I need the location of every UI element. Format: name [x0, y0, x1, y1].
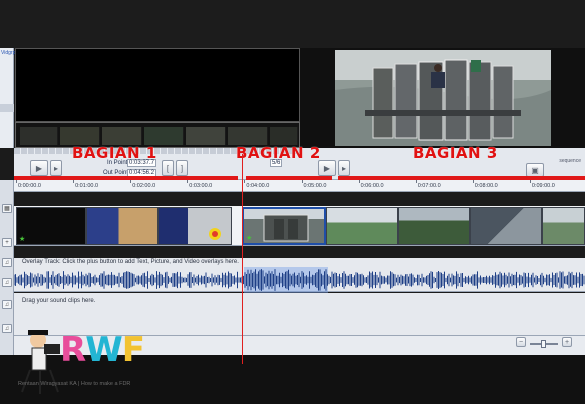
track-audio-mute[interactable]: ♫ [2, 278, 12, 287]
timeline-tick-label: 0:09:00.0 [531, 183, 555, 189]
timeline-tick-label: 0:04:00.0 [246, 183, 270, 189]
overlay-track-hint: Overlay Track: Click the plus button to … [22, 259, 239, 265]
zoom-out-icon: − [518, 338, 524, 346]
chevron-right-icon: ▸ [341, 163, 346, 173]
video-clip-farmer-1[interactable] [86, 207, 158, 245]
video-clip-road[interactable] [470, 207, 542, 245]
camera-icon: ▣ [531, 165, 539, 175]
rice-planter-image [335, 50, 551, 146]
timeline-ruler[interactable] [14, 180, 585, 192]
timeline-tick-label: 0:07:00.0 [417, 183, 441, 189]
zoom-slider-knob[interactable] [541, 340, 546, 348]
timeline-tick [529, 180, 531, 183]
timeline-tick [301, 180, 303, 183]
source-preview-window [15, 48, 300, 122]
bracket-left-icon: [ [166, 163, 170, 173]
source-play-button[interactable]: ▶ [30, 160, 48, 176]
set-in-point-button[interactable]: [ [162, 160, 174, 176]
video-track-toggle[interactable]: ▦ [2, 204, 12, 213]
sound-track-hint: Drag your sound clips here. [22, 298, 96, 304]
chevron-right-icon: ▸ [53, 163, 58, 173]
effect-star-icon: ★ [19, 236, 26, 243]
snapshot-button[interactable]: ▣ [526, 163, 544, 177]
video-clip-field-2[interactable] [398, 207, 470, 245]
timeline-tick [358, 180, 360, 183]
video-track[interactable]: ★ ★ [14, 206, 585, 246]
top-dark-band [0, 0, 585, 48]
rwf-logo-text: RWF [60, 330, 145, 370]
timeline-tick [16, 180, 17, 183]
zoom-in-icon: + [564, 338, 570, 346]
section-1-label: BAGIAN 1 [72, 144, 157, 162]
section-2-label: BAGIAN 2 [236, 144, 321, 162]
cursor-highlight-icon [209, 228, 221, 240]
timeline-tick [244, 180, 246, 183]
timeline-tick-label: 0:00:00.0 [18, 183, 41, 189]
source-next-frame-button[interactable]: ▸ [50, 160, 62, 176]
program-play-button[interactable]: ▶ [318, 160, 336, 176]
planter-thumbnail [263, 214, 309, 242]
timeline-tick [73, 180, 75, 183]
video-clip-black[interactable]: ★ [16, 207, 86, 245]
section-3-label: BAGIAN 3 [413, 144, 498, 162]
sound-track-mute[interactable]: ♫ [2, 300, 12, 309]
program-next-frame-button[interactable]: ▸ [338, 160, 350, 176]
timeline-tick [187, 180, 189, 183]
timeline-tick [130, 180, 132, 183]
timeline-tick-label: 0:05:00.0 [303, 183, 327, 189]
timeline-tick-label: 0:08:00.0 [474, 183, 498, 189]
logo-tagline: Rentaan Wiragyasat KA | How to make a FD… [18, 381, 131, 387]
waveform-path [14, 269, 585, 291]
media-list-scrollbar[interactable] [0, 104, 14, 112]
timeline-tick-label: 0:02:00.0 [132, 183, 156, 189]
bracket-right-icon: ] [180, 163, 184, 173]
set-out-point-button[interactable]: ] [176, 160, 188, 176]
plus-icon: + [5, 239, 9, 246]
audio-waveform[interactable] [14, 268, 585, 292]
overlay-audio-mute[interactable]: ♫ [2, 258, 12, 267]
video-clip-planter-selected[interactable]: ★ [242, 207, 326, 245]
program-preview-video [335, 50, 551, 146]
music-track-mute[interactable]: ♫ [2, 324, 12, 333]
video-clip-field-1[interactable] [326, 207, 398, 245]
timeline-tick-label: 0:06:00.0 [360, 183, 384, 189]
overlay-add-button[interactable]: + [2, 238, 12, 247]
track-controls-gutter: ▦ + ♫ ♫ ♫ ♫ [0, 180, 14, 355]
sequence-label: sequence [559, 158, 581, 164]
timeline-tick-label: 0:03:00.0 [189, 183, 213, 189]
speaker-icon: ♫ [4, 325, 10, 332]
timeline-tick [472, 180, 474, 183]
timeline-tick [415, 180, 417, 183]
effect-star-icon: ★ [246, 235, 253, 242]
film-icon: ▦ [4, 206, 10, 212]
media-list-panel[interactable]: Vidgrph [0, 48, 18, 148]
video-clip-field-3[interactable] [542, 207, 585, 245]
speaker-icon: ♫ [4, 301, 10, 308]
timeline-tick-label: 0:01:00.0 [75, 183, 99, 189]
play-icon: ▶ [35, 163, 43, 173]
play-icon: ▶ [323, 163, 331, 173]
zoom-out-button[interactable]: − [516, 337, 526, 347]
zoom-in-button[interactable]: + [562, 337, 572, 347]
speaker-icon: ♫ [4, 279, 10, 286]
timeline-playhead[interactable] [242, 154, 243, 364]
video-clip-farmer-2[interactable] [158, 207, 232, 245]
speaker-icon: ♫ [4, 259, 10, 266]
